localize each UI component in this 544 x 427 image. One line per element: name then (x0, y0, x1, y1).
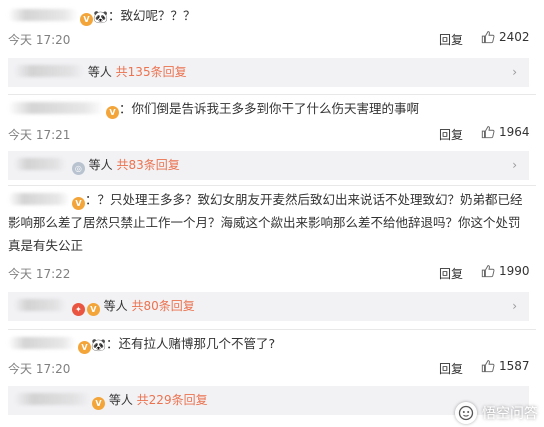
reply-count-link[interactable]: 共83条回复 (117, 158, 180, 172)
username-blurred[interactable] (8, 193, 70, 205)
comment-body: V ：你们倒是告诉我王多多到你干了什么伤天害理的事啊 (8, 97, 419, 120)
comment-time: 今天 17:21 (8, 128, 71, 142)
like-button[interactable]: 1990 (481, 264, 530, 278)
comment-text: ：你们倒是告诉我王多多到你干了什么伤天害理的事啊 (119, 101, 420, 116)
vip-badge-icon: ◎ (71, 162, 85, 175)
thumbs-up-icon (481, 31, 495, 44)
comment-body: V 🐼：致幻呢？？？ (8, 4, 195, 29)
comment-time: 今天 17:22 (8, 267, 71, 281)
replier-names-blurred (14, 299, 66, 311)
reply-button[interactable]: 回复 (439, 31, 463, 48)
reply-count-link[interactable]: 共229条回复 (137, 393, 208, 407)
vip-badge-icon: V (86, 303, 100, 316)
comment-body: V ：？只处理王多多？致幻女朋友开麦然后致幻出来说话不处理致幻？奶弟都已经影响那么… (8, 188, 530, 257)
like-count: 2402 (499, 30, 530, 44)
comment-time: 今天 17:20 (8, 33, 71, 47)
replier-names-blurred (14, 393, 90, 405)
panda-emoji-icon: 🐼 (91, 338, 106, 352)
comment-text: ：还有拉人赌博那几个不管了? (105, 336, 276, 351)
chevron-right-icon: › (512, 65, 517, 79)
comment-body: V 🐼：还有拉人赌博那几个不管了? (8, 332, 275, 357)
reply-button[interactable]: 回复 (439, 360, 463, 377)
comment-text: ：致幻呢？？？ (107, 8, 196, 23)
like-button[interactable]: 1587 (481, 359, 530, 373)
replier-suffix: 等人 (88, 158, 113, 172)
replier-suffix: 等人 (108, 393, 133, 407)
flame-badge-icon: ✦ (71, 303, 85, 316)
like-button[interactable]: 1964 (481, 125, 530, 139)
thumbs-up-icon (481, 265, 495, 278)
vip-badge-icon: V (106, 106, 119, 119)
reply-count-link[interactable]: 共135条回复 (116, 65, 187, 79)
watermark-text: 悟空问答 (482, 406, 538, 422)
chevron-right-icon: › (512, 299, 517, 313)
like-count: 1587 (499, 359, 530, 373)
thumbs-up-icon (481, 360, 495, 373)
replier-suffix: 等人 (103, 299, 128, 313)
replies-summary-bar[interactable]: V 等人 共229条回复 (8, 386, 529, 415)
comment-time: 今天 17:20 (8, 362, 71, 376)
like-button[interactable]: 2402 (481, 30, 530, 44)
reply-button[interactable]: 回复 (439, 126, 463, 143)
vip-badge-icon: V (80, 13, 93, 26)
comment-text: ：？只处理王多多？致幻女朋友开麦然后致幻出来说话不处理致幻？奶弟都已经影响那么差… (8, 192, 523, 253)
reply-count-link[interactable]: 共80条回复 (132, 299, 195, 313)
panda-emoji-icon: 🐼 (93, 10, 108, 24)
watermark: 悟空问答 (455, 402, 538, 424)
replies-summary-bar[interactable]: 等人 共135条回复 › (8, 58, 529, 87)
thumbs-up-icon (481, 126, 495, 139)
reply-button[interactable]: 回复 (439, 265, 463, 282)
vip-badge-icon: V (92, 397, 105, 410)
chevron-right-icon: › (512, 158, 517, 172)
wukong-logo-icon (455, 402, 477, 424)
divider (8, 94, 536, 95)
username-blurred[interactable] (8, 9, 78, 21)
vip-badge-icon: V (72, 197, 85, 210)
like-count: 1990 (499, 264, 530, 278)
divider (8, 185, 536, 186)
replier-names-blurred (14, 158, 66, 170)
replier-suffix: 等人 (87, 65, 112, 79)
username-blurred[interactable] (8, 102, 104, 114)
like-count: 1964 (499, 125, 530, 139)
vip-badge-icon: V (78, 341, 91, 354)
replies-summary-bar[interactable]: ◎ 等人 共83条回复 › (8, 151, 529, 180)
divider (8, 329, 536, 330)
replies-summary-bar[interactable]: ✦ V 等人 共80条回复 › (8, 292, 529, 321)
username-blurred[interactable] (8, 337, 76, 349)
replier-names-blurred (14, 65, 84, 77)
